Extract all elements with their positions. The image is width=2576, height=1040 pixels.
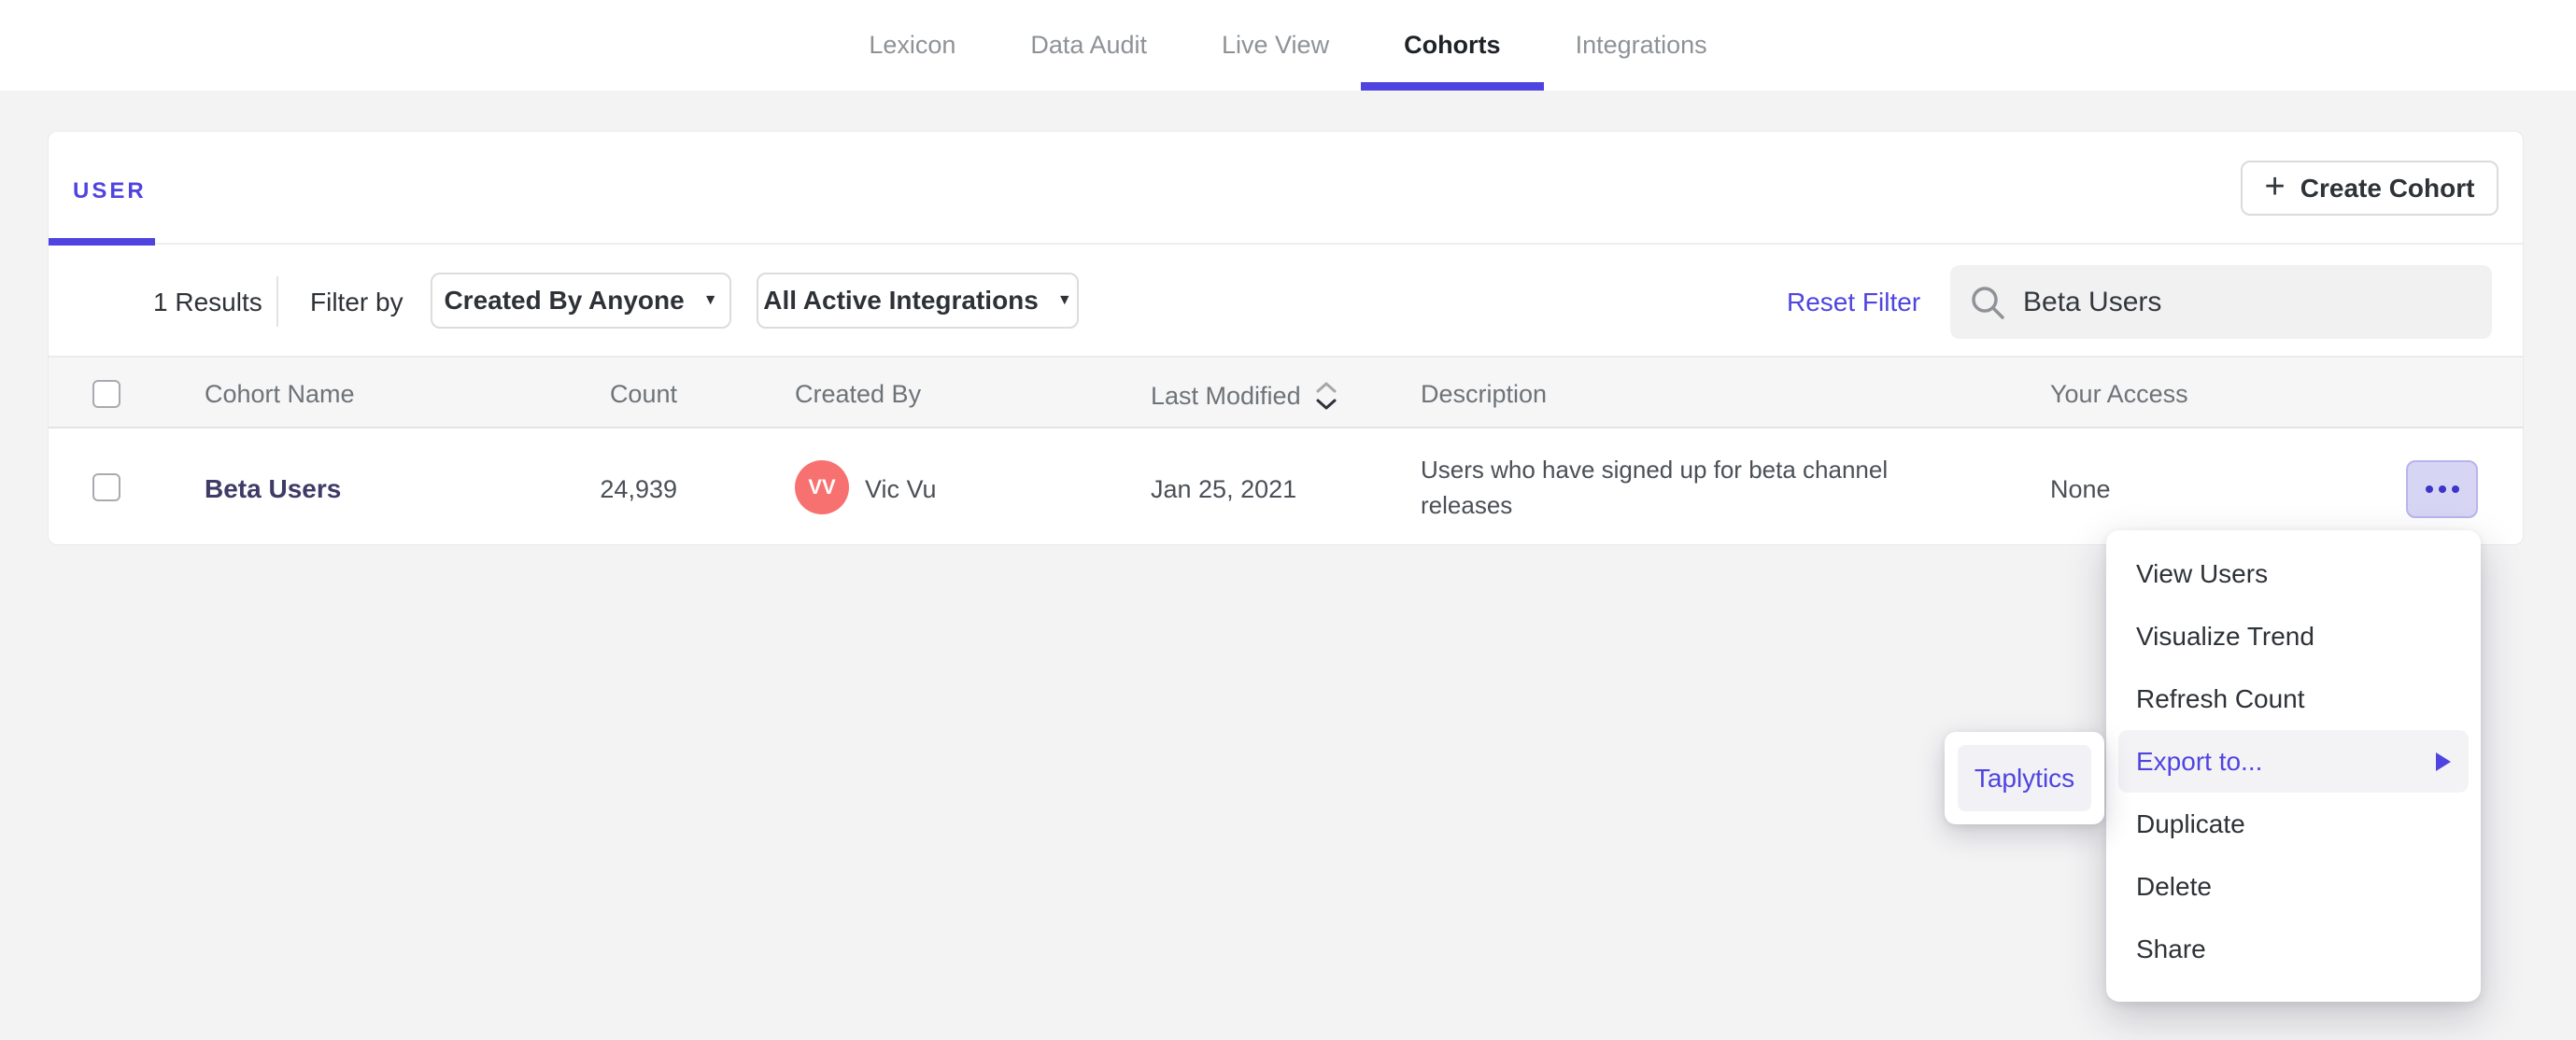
description-value: Users who have signed up for beta channe… (1421, 456, 1889, 519)
menu-item-export-to[interactable]: Export to... (2118, 730, 2469, 793)
search-box (1950, 265, 2492, 339)
col-header-created-by: Created By (795, 380, 922, 408)
filter-by-label: Filter by (310, 288, 403, 316)
ellipsis-icon (2425, 485, 2433, 493)
integrations-dropdown-value: All Active Integrations (763, 286, 1039, 315)
created-by-dropdown[interactable]: Created By Anyone ▼ (431, 273, 731, 329)
create-cohort-label: Create Cohort (2300, 173, 2475, 203)
ellipsis-icon (2451, 485, 2459, 493)
create-cohort-button[interactable]: + Create Cohort (2241, 161, 2498, 216)
menu-item-share[interactable]: Share (2118, 918, 2469, 980)
row-context-menu: View Users Visualize Trend Refresh Count… (2106, 530, 2481, 1002)
col-header-last-modified-label: Last Modified (1151, 381, 1301, 410)
created-by-value: Vic Vu (865, 475, 937, 503)
menu-item-refresh-count[interactable]: Refresh Count (2118, 668, 2469, 730)
plus-icon: + (2264, 166, 2286, 206)
avatar: VV (795, 460, 849, 514)
chevron-down-icon: ▼ (1056, 292, 1072, 308)
col-header-cohort-name: Cohort Name (205, 380, 355, 408)
created-by-dropdown-value: Created By Anyone (444, 286, 685, 315)
col-header-your-access: Your Access (2050, 380, 2188, 408)
col-header-description: Description (1421, 380, 1548, 408)
submenu-item-taplytics[interactable]: Taplytics (1958, 745, 2091, 811)
user-tab-active-underline (49, 238, 155, 246)
search-input[interactable] (2023, 286, 2473, 318)
tab-data-audit-label: Data Audit (1030, 31, 1147, 59)
tab-lexicon[interactable]: Lexicon (831, 0, 993, 91)
cohort-count: 24,939 (600, 475, 677, 503)
menu-item-duplicate[interactable]: Duplicate (2118, 793, 2469, 855)
tab-cohorts-label: Cohorts (1404, 31, 1501, 59)
tab-integrations[interactable]: Integrations (1538, 0, 1745, 91)
tab-live-view-label: Live View (1222, 31, 1330, 59)
submenu-arrow-icon (2436, 752, 2451, 771)
search-icon (1969, 284, 2006, 321)
tab-user[interactable]: USER (73, 178, 147, 204)
cohorts-panel: USER + Create Cohort 1 Results Filter by… (48, 131, 2524, 545)
chevron-down-icon: ▼ (702, 292, 718, 308)
tab-integrations-label: Integrations (1575, 31, 1707, 59)
menu-item-export-to-label: Export to... (2136, 746, 2263, 776)
integrations-dropdown[interactable]: All Active Integrations ▼ (757, 273, 1079, 329)
tab-cohorts[interactable]: Cohorts (1361, 0, 1544, 91)
ellipsis-icon (2438, 485, 2446, 493)
sort-icon (1314, 380, 1338, 412)
filter-divider (276, 276, 278, 327)
select-all-checkbox[interactable] (92, 380, 120, 408)
col-header-count: Count (609, 380, 677, 408)
menu-item-view-users[interactable]: View Users (2118, 542, 2469, 605)
your-access-value: None (2050, 475, 2111, 503)
tab-lexicon-label: Lexicon (869, 31, 956, 59)
export-submenu: Taplytics (1945, 732, 2104, 824)
tabstrip-divider (49, 243, 2523, 245)
top-nav: Lexicon Data Audit Live View Cohorts Int… (0, 0, 2576, 91)
menu-item-delete[interactable]: Delete (2118, 855, 2469, 918)
results-count: 1 Results (153, 288, 262, 316)
reset-filter-link[interactable]: Reset Filter (1787, 288, 1920, 317)
row-actions-button[interactable] (2406, 460, 2478, 518)
col-header-last-modified[interactable]: Last Modified (1151, 380, 1338, 412)
row-checkbox[interactable] (92, 473, 120, 501)
last-modified-value: Jan 25, 2021 (1151, 475, 1297, 503)
avatar-initials: VV (808, 475, 836, 499)
cohort-name-link[interactable]: Beta Users (205, 474, 341, 504)
tab-live-view[interactable]: Live View (1184, 0, 1366, 91)
menu-item-visualize-trend[interactable]: Visualize Trend (2118, 605, 2469, 668)
tab-data-audit[interactable]: Data Audit (993, 0, 1184, 91)
